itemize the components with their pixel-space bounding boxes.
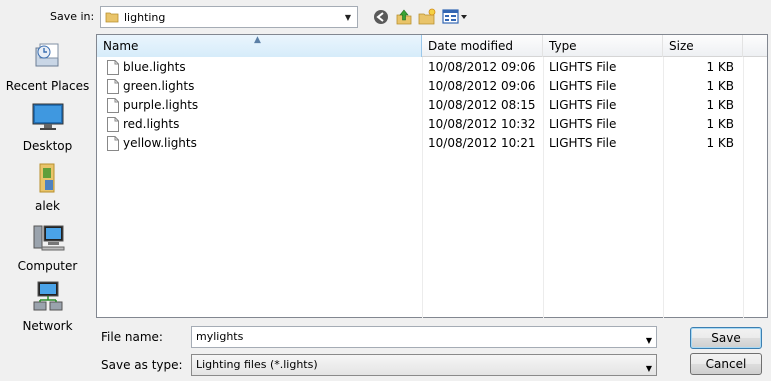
column-label: Date modified [428,39,514,53]
file-size: 1 KB [706,60,734,74]
folder-icon [105,12,119,23]
filename-value: mylights [196,330,244,343]
file-row[interactable]: red.lights 10/08/2012 10:32 LIGHTS File … [97,115,767,134]
chevron-down-icon[interactable]: ▼ [342,10,354,24]
filename-input[interactable]: mylights ▼ [191,326,657,348]
filename-label: File name: [101,330,163,344]
place-label: Network [22,319,73,333]
chevron-down-icon[interactable]: ▼ [646,359,652,379]
file-size: 1 KB [706,117,734,131]
file-date: 10/08/2012 10:21 [428,136,536,150]
new-folder-icon[interactable] [418,8,436,26]
column-name[interactable]: Name ▲ [97,35,422,57]
location-value: lighting [124,10,166,24]
place-label: Recent Places [5,79,90,93]
file-type: LIGHTS File [549,60,617,74]
file-name: green.lights [123,79,195,93]
network-icon [33,281,62,311]
user-folder-icon [39,163,54,193]
column-type[interactable]: Type [543,35,663,57]
column-label: Name [103,39,139,53]
file-type: LIGHTS File [549,79,617,93]
place-computer[interactable]: Computer [0,220,95,273]
file-icon [107,117,119,132]
file-date: 10/08/2012 09:06 [428,79,536,93]
file-row[interactable]: yellow.lights 10/08/2012 10:21 LIGHTS Fi… [97,134,767,153]
column-date-modified[interactable]: Date modified [422,35,543,57]
file-type: LIGHTS File [549,98,617,112]
column-header: Name ▲ Date modified Type Size [97,35,767,57]
up-folder-icon[interactable] [395,8,413,26]
file-row[interactable]: green.lights 10/08/2012 09:06 LIGHTS Fil… [97,77,767,96]
file-size: 1 KB [706,79,734,93]
place-label: alek [34,199,61,213]
view-menu-icon[interactable] [442,8,468,26]
file-date: 10/08/2012 08:15 [428,98,536,112]
column-size[interactable]: Size [663,35,743,57]
place-label: Desktop [22,139,73,153]
file-name: purple.lights [123,98,199,112]
file-icon [107,60,119,75]
file-row[interactable]: purple.lights 10/08/2012 08:15 LIGHTS Fi… [97,96,767,115]
filetype-value: Lighting files (*.lights) [196,358,318,371]
desktop-icon [32,103,63,130]
recent-places-icon [35,43,58,67]
file-icon [107,136,119,151]
file-date: 10/08/2012 10:32 [428,117,536,131]
filetype-label: Save as type: [101,358,183,372]
place-label: Computer [17,259,78,273]
place-recent-places[interactable]: Recent Places [0,40,95,93]
file-icon [107,98,119,113]
place-desktop[interactable]: Desktop [0,100,95,153]
file-icon [107,79,119,94]
cancel-button[interactable]: Cancel [690,353,762,375]
sort-up-icon: ▲ [254,35,261,45]
filetype-select[interactable]: Lighting files (*.lights) ▼ [191,354,657,376]
places-bar: Recent Places Desktop alek Computer Netw… [0,36,95,346]
file-type: LIGHTS File [549,136,617,150]
file-name: red.lights [123,117,180,131]
location-dropdown[interactable]: lighting ▼ [100,6,358,28]
back-icon[interactable] [372,8,390,26]
place-alek[interactable]: alek [0,160,95,213]
file-date: 10/08/2012 09:06 [428,60,536,74]
save-in-label: Save in: [50,10,95,23]
file-size: 1 KB [706,98,734,112]
file-list[interactable]: Name ▲ Date modified Type Size blue.ligh… [96,34,768,318]
computer-icon [33,225,64,251]
file-row[interactable]: blue.lights 10/08/2012 09:06 LIGHTS File… [97,58,767,77]
column-label: Type [549,39,577,53]
file-name: yellow.lights [123,136,197,150]
column-label: Size [669,39,694,53]
save-button[interactable]: Save [690,327,762,349]
place-network[interactable]: Network [0,280,95,333]
chevron-down-icon[interactable]: ▼ [646,331,652,351]
file-type: LIGHTS File [549,117,617,131]
file-size: 1 KB [706,136,734,150]
file-name: blue.lights [123,60,186,74]
